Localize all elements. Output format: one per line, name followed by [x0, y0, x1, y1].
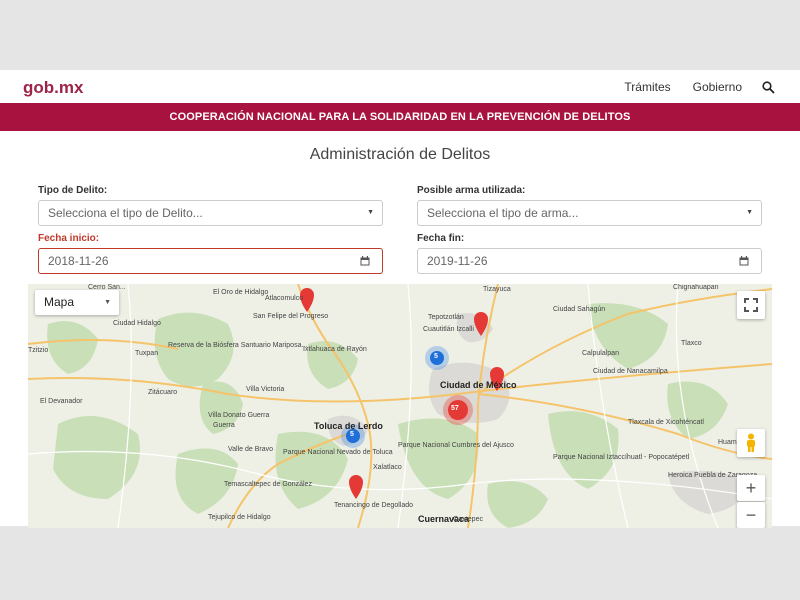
map-place-label: Villa Donato Guerra	[208, 412, 270, 419]
map-place-label: Oaxtepec	[453, 516, 483, 523]
map-place-label: El Devanador	[40, 398, 83, 405]
map-place-label: Ciudad de México	[440, 380, 517, 390]
zoom-out-button[interactable]: −	[737, 502, 765, 528]
nav-gobierno[interactable]: Gobierno	[693, 80, 742, 94]
top-margin	[0, 0, 800, 70]
map-place-label: Tizayuca	[483, 286, 511, 293]
map-place-label: Cuautitlán Izcalli	[423, 326, 474, 333]
forest-areas	[47, 303, 728, 528]
map-place-label: Tejupilco de Hidalgo	[208, 514, 271, 521]
chevron-down-icon: ▼	[746, 209, 753, 216]
search-icon[interactable]	[762, 80, 775, 94]
gobmx-logo[interactable]: gob.mx	[23, 78, 83, 98]
logo-text: gob	[23, 78, 55, 97]
map-place-label: Tuxpan	[135, 350, 159, 357]
map-place-label: Temascaltepec de González	[224, 481, 312, 488]
map-place-label: Parque Nacional Iztaccíhuatl - Popocatép…	[553, 454, 690, 461]
map-place-label: Tzitzio	[28, 347, 49, 354]
map-place-label: Chignahuapan	[673, 284, 719, 291]
arma-label: Posible arma utilizada:	[417, 185, 526, 196]
map-place-label: Parque Nacional Nevado de Toluca	[283, 449, 393, 456]
pegman-icon	[747, 433, 755, 452]
calendar-icon[interactable]	[739, 256, 749, 266]
fecha-fin-input[interactable]: 2019-11-26	[417, 248, 762, 274]
page: gob.mx Trámites Gobierno COOPERACIÓN NAC…	[0, 0, 800, 600]
section-banner: COOPERACIÓN NACIONAL PARA LA SOLIDARIDAD…	[0, 103, 800, 131]
arma-value: Selecciona el tipo de arma...	[427, 206, 579, 220]
map-type-value: Mapa	[44, 295, 75, 309]
map-place-label: Reserva de la Biósfera Santuario Maripos…	[168, 342, 308, 349]
fecha-fin-label: Fecha fin:	[417, 233, 465, 244]
fullscreen-icon	[744, 298, 758, 312]
map-place-label: Valle de Bravo	[228, 446, 274, 453]
fecha-inicio-value: 2018-11-26	[48, 254, 109, 268]
page-title: Administración de Delitos	[309, 146, 491, 163]
map-place-label: Atlacomulco	[265, 295, 304, 302]
map-place-label: Ciudad de Nanacamilpa	[593, 368, 668, 375]
map-place-label: Guerra	[213, 422, 235, 429]
map-place-label: Tenancingo de Degollado	[334, 502, 414, 509]
map-place-label: Calpulalpan	[582, 350, 619, 357]
map-pin[interactable]	[349, 475, 363, 499]
map-place-label: Tlaxcala de Xicohténcatl	[628, 419, 704, 426]
site-header: gob.mx Trámites Gobierno	[0, 70, 800, 103]
tipo-delito-label: Tipo de Delito:	[38, 185, 108, 196]
map-place-label: Villa Victoria	[246, 386, 285, 393]
map-place-label: San Felipe del Progreso	[253, 313, 329, 320]
map-place-label: Toluca de Lerdo	[314, 421, 383, 431]
street-view-button[interactable]	[737, 429, 765, 457]
fecha-inicio-input[interactable]: 2018-11-26	[38, 248, 383, 274]
fecha-inicio-label: Fecha inicio:	[38, 233, 100, 244]
map-place-label: Ciudad Sahagún	[553, 306, 606, 313]
arma-select[interactable]: Selecciona el tipo de arma... ▼	[417, 200, 762, 226]
map-place-label: Tepotzotlán	[428, 314, 464, 321]
map-place-label: Parque Nacional Cumbres del Ajusco	[398, 442, 514, 449]
crime-map[interactable]: 5 5 57 Ciudad de México Toluca de Lerdo …	[28, 284, 772, 528]
zoom-in-button[interactable]: +	[737, 475, 765, 501]
map-type-select[interactable]: Mapa ▼	[35, 290, 119, 315]
fecha-fin-value: 2019-11-26	[427, 254, 488, 268]
cluster-red-cdmx-count: 57	[451, 405, 459, 412]
tipo-delito-value: Selecciona el tipo de Delito...	[48, 206, 203, 220]
top-nav: Trámites Gobierno	[602, 80, 775, 94]
map-place-label: Zitácuaro	[148, 389, 178, 396]
bottom-margin	[0, 528, 800, 600]
chevron-down-icon: ▼	[104, 299, 111, 306]
nav-tramites[interactable]: Trámites	[624, 80, 670, 94]
logo-tld: .mx	[54, 78, 84, 97]
fullscreen-button[interactable]	[737, 291, 765, 319]
calendar-icon[interactable]	[360, 256, 370, 266]
map-place-label: El Oro de Hidalgo	[213, 289, 269, 296]
chevron-down-icon: ▼	[367, 209, 374, 216]
map-place-label: Tlaxco	[681, 340, 702, 347]
tipo-delito-select[interactable]: Selecciona el tipo de Delito... ▼	[38, 200, 383, 226]
map-place-label: Ciudad Hidalgo	[113, 320, 161, 327]
map-place-label: Ixtlahuaca de Rayón	[303, 346, 367, 353]
map-place-label: Xalatlaco	[373, 464, 402, 471]
cluster-blue-toluca-count: 5	[350, 431, 354, 438]
